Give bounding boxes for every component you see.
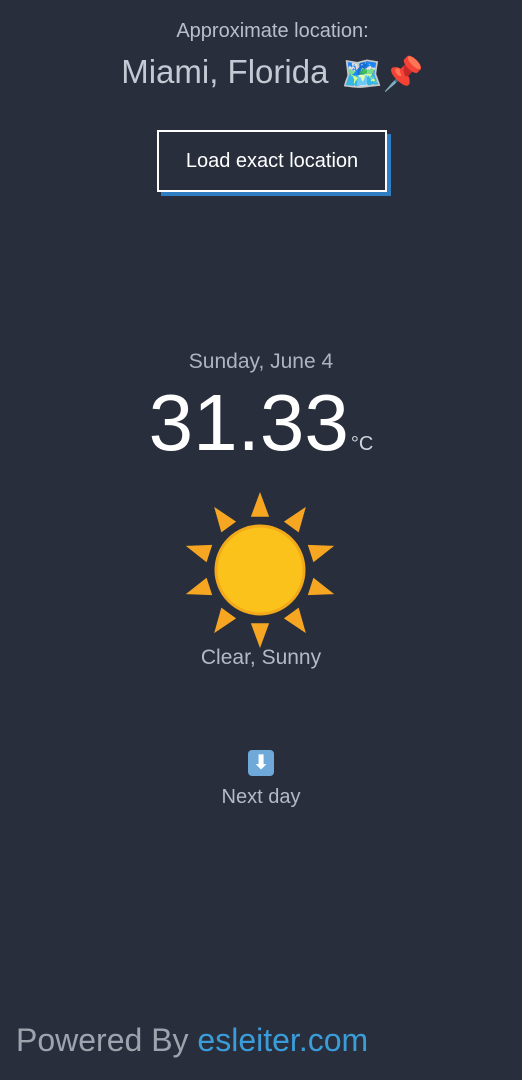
city-name: Miami, Florida bbox=[121, 53, 329, 90]
sun-ray bbox=[283, 506, 306, 533]
sun-ray bbox=[250, 623, 270, 648]
sun-ray bbox=[214, 506, 237, 533]
down-arrow-icon: ⬇ bbox=[248, 750, 274, 776]
load-exact-location-button[interactable]: Load exact location bbox=[157, 130, 387, 192]
sun-ray bbox=[307, 577, 335, 596]
weather-condition: Clear, Sunny bbox=[200, 646, 322, 669]
temperature-row: 31.33 °C bbox=[0, 378, 522, 468]
sun-ray bbox=[185, 577, 213, 596]
next-day-label: Next day bbox=[221, 786, 301, 808]
sun-ray bbox=[185, 544, 213, 563]
location-row: Miami, Florida 🗺️📌 bbox=[0, 52, 522, 94]
weather-app: Approximate location: Miami, Florida 🗺️📌… bbox=[0, 0, 522, 1080]
sun-ray bbox=[250, 492, 270, 517]
powered-by-text: Powered By bbox=[16, 1022, 198, 1058]
sun-ray bbox=[307, 544, 335, 563]
footer-link[interactable]: esleiter.com bbox=[197, 1022, 368, 1058]
sun-icon bbox=[185, 492, 335, 648]
temperature-unit: °C bbox=[350, 433, 374, 455]
next-day-button[interactable]: ⬇ Next day bbox=[211, 750, 311, 809]
map-pin-emoji-icon: 🗺️📌 bbox=[341, 55, 424, 93]
temperature-value: 31.33 bbox=[148, 378, 349, 467]
approximate-location-label: Approximate location: bbox=[176, 20, 369, 42]
forecast-date: Sunday, June 4 bbox=[188, 350, 334, 373]
sun-ray bbox=[214, 607, 237, 634]
sun-ray bbox=[283, 607, 306, 634]
footer: Powered By esleiter.com bbox=[16, 1022, 368, 1059]
